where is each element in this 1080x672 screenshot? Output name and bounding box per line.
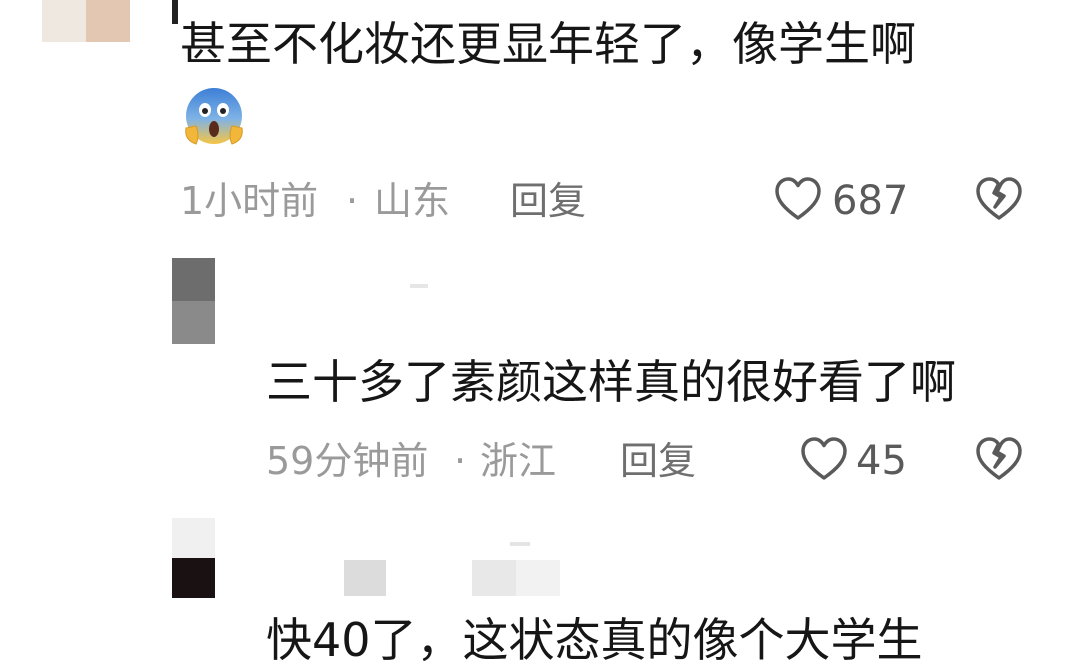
avatar-blurred[interactable] — [172, 258, 215, 301]
meta-separator: · — [346, 179, 359, 223]
reply-button[interactable]: 回复 — [620, 438, 696, 484]
comment-time: 1小时前 — [180, 179, 319, 223]
dislike-broken-heart-icon[interactable] — [976, 436, 1022, 482]
avatar-blurred-part — [86, 0, 130, 42]
comment-time: 59分钟前 — [266, 439, 429, 483]
dislike-broken-heart-icon[interactable] — [976, 176, 1022, 222]
username-blurred — [410, 284, 428, 288]
avatar-blurred[interactable] — [172, 518, 215, 558]
username-blurred — [344, 560, 386, 596]
username-blurred-edge — [510, 542, 530, 546]
heart-icon[interactable] — [774, 176, 822, 222]
avatar-blurred-part — [172, 301, 215, 344]
username-edge — [172, 0, 178, 24]
like-count: 45 — [856, 438, 907, 484]
avatar-blurred-part — [172, 558, 215, 598]
comment-text: 三十多了素颜这样真的很好看了啊 — [266, 355, 956, 409]
username-blurred-part — [516, 560, 560, 596]
meta-separator: · — [454, 439, 467, 483]
comment-text: 快40了，这状态真的像个大学生 — [266, 613, 923, 667]
comment-location: 浙江 — [480, 439, 557, 483]
heart-icon[interactable] — [800, 436, 848, 482]
reply-button[interactable]: 回复 — [510, 178, 586, 224]
comment-location: 山东 — [374, 179, 451, 223]
avatar-blurred[interactable] — [42, 0, 86, 42]
comment-text: 甚至不化妆还更显年轻了，像学生啊 — [180, 17, 916, 71]
username-blurred-part — [472, 560, 516, 596]
like-count: 687 — [832, 178, 909, 224]
shocked-face-emoji — [182, 84, 246, 148]
